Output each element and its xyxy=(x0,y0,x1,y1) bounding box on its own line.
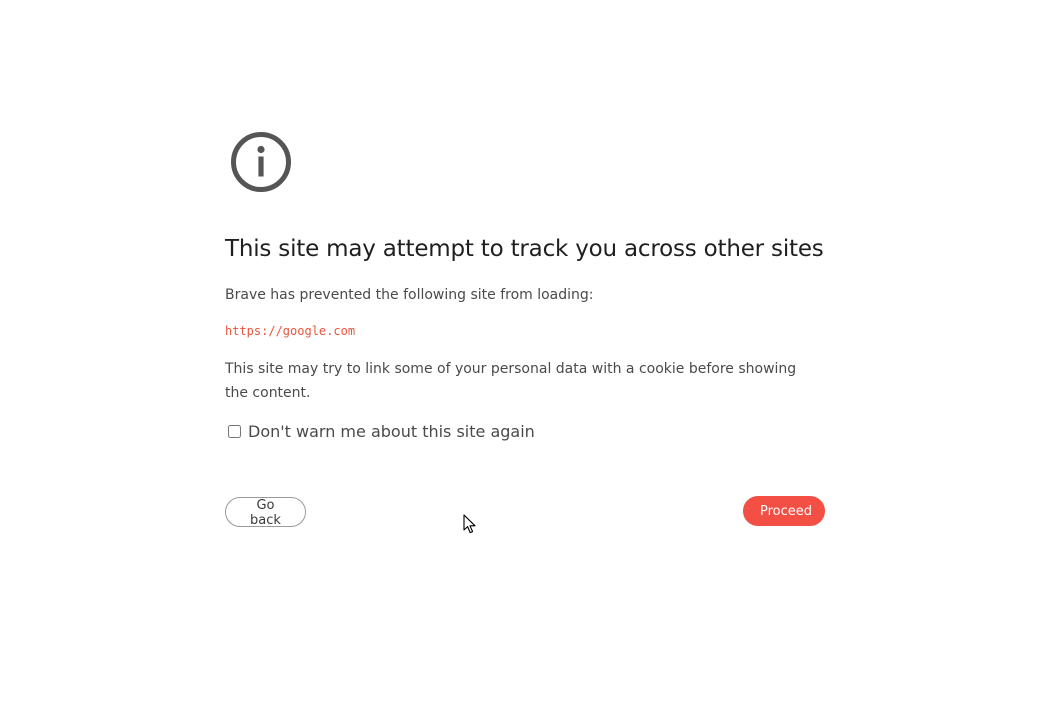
dont-warn-checkbox[interactable] xyxy=(228,425,241,438)
dont-warn-label: Don't warn me about this site again xyxy=(248,422,535,441)
proceed-button[interactable]: Proceed xyxy=(743,496,825,526)
page-title: This site may attempt to track you acros… xyxy=(225,236,824,262)
interstitial-page: This site may attempt to track you acros… xyxy=(0,0,1049,704)
blocked-url: https://google.com xyxy=(225,324,356,338)
go-back-button[interactable]: Go back xyxy=(225,497,306,528)
tracking-description: This site may try to link some of your p… xyxy=(225,361,797,401)
info-circle-icon xyxy=(231,132,291,192)
dont-warn-option[interactable]: Don't warn me about this site again xyxy=(228,422,535,441)
prevented-message: Brave has prevented the following site f… xyxy=(225,287,594,303)
mouse-pointer-icon xyxy=(463,514,476,534)
